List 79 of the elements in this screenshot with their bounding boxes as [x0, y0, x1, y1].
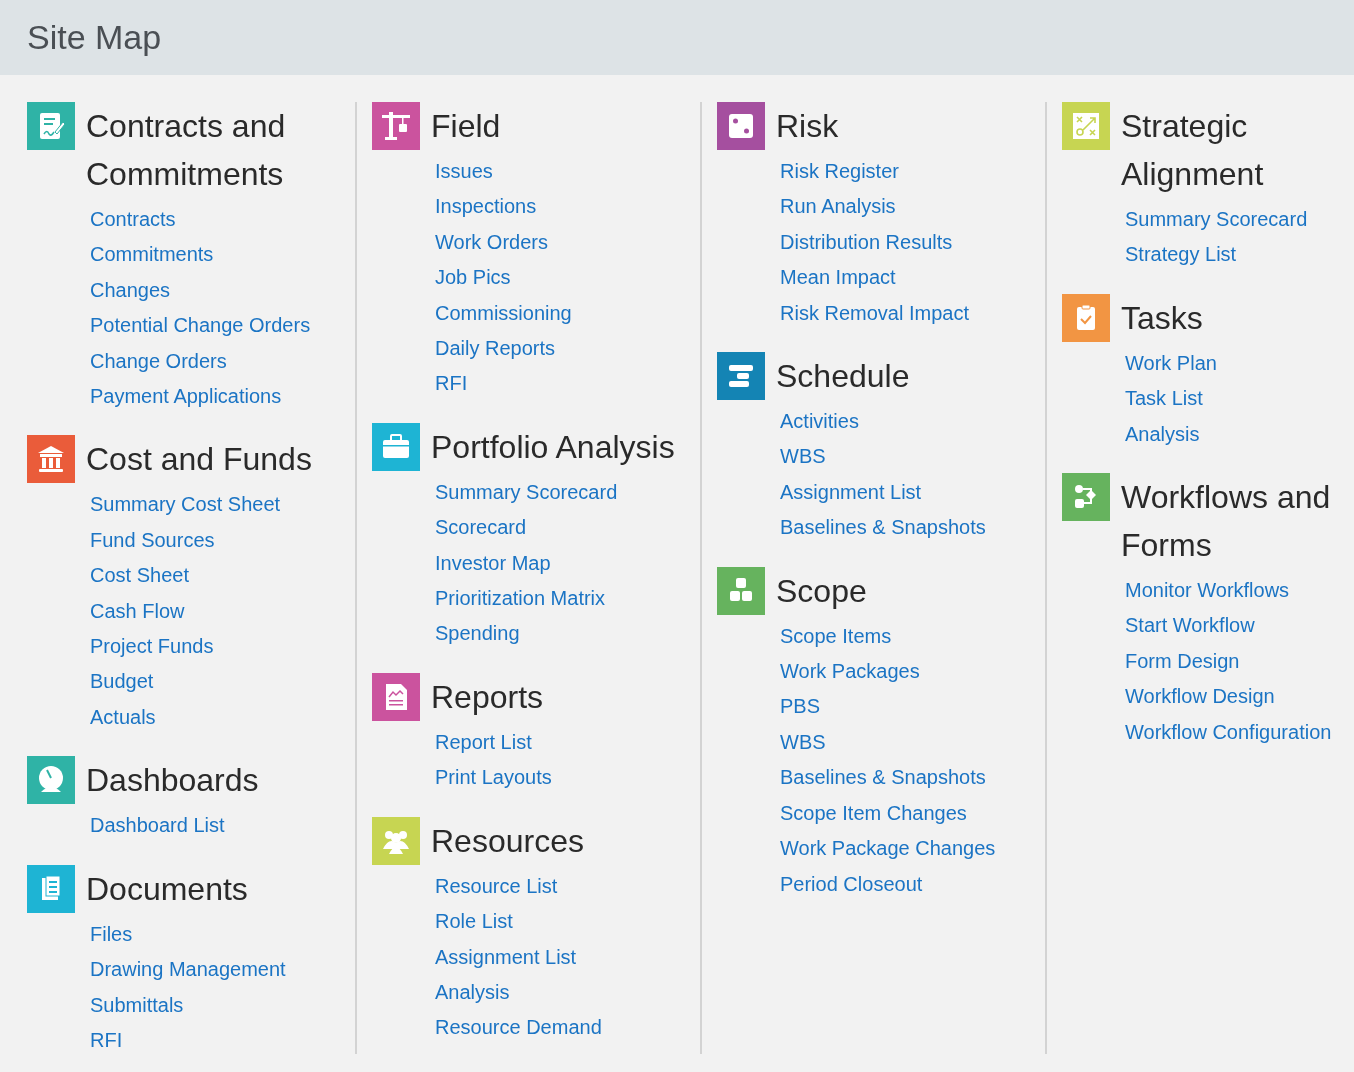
nav-link[interactable]: Task List: [1125, 387, 1203, 410]
nav-link[interactable]: Daily Reports: [435, 337, 556, 360]
nav-link[interactable]: Report List: [435, 730, 532, 753]
nav-link[interactable]: Investor Map: [435, 551, 551, 574]
page-title: Site Map: [27, 17, 162, 58]
nav-link[interactable]: Changes: [90, 278, 171, 301]
nav-link[interactable]: Distribution Results: [780, 230, 953, 253]
nav-link[interactable]: Assignment List: [435, 945, 577, 968]
nav-link[interactable]: Resource List: [435, 874, 558, 897]
section-heading: Scope: [776, 571, 867, 611]
nav-link[interactable]: Period Closeout: [780, 872, 923, 895]
nav-link[interactable]: Summary Scorecard: [1125, 208, 1308, 230]
nav-link[interactable]: Files: [90, 922, 133, 945]
nav-link[interactable]: Risk Register: [780, 160, 899, 182]
nav-link[interactable]: WBS: [780, 445, 826, 468]
section-heading: Cost and Funds: [86, 440, 312, 480]
section-heading: Workflows and Forms: [1121, 478, 1332, 566]
section-heading: Contracts and Commitments: [86, 107, 287, 194]
nav-link[interactable]: WBS: [780, 730, 826, 753]
nav-link[interactable]: Risk Removal Impact: [780, 301, 969, 324]
nav-link[interactable]: Strategy List: [1125, 243, 1237, 266]
section-heading: Strategic Alignment: [1121, 107, 1265, 194]
nav-link[interactable]: Scope Items: [780, 624, 892, 647]
nav-link[interactable]: Project Funds: [90, 635, 214, 658]
nav-link[interactable]: Work Packages: [780, 660, 920, 683]
section-heading: Dashboards: [86, 761, 259, 801]
nav-link[interactable]: Activities: [780, 410, 859, 433]
nav-link[interactable]: Submittals: [90, 993, 184, 1016]
nav-link[interactable]: Assignment List: [780, 480, 922, 503]
nav-link[interactable]: Work Package Changes: [780, 837, 996, 860]
section-heading: Schedule: [776, 357, 910, 397]
nav-link[interactable]: Spending: [435, 622, 520, 645]
nav-link[interactable]: Scorecard: [435, 516, 527, 539]
nav-link[interactable]: PBS: [780, 695, 821, 718]
nav-link[interactable]: Analysis: [1125, 422, 1200, 445]
nav-link[interactable]: Payment Applications: [90, 385, 282, 408]
nav-link[interactable]: Potential Change Orders: [90, 314, 311, 337]
section-heading: Portfolio Analysis: [431, 427, 675, 467]
nav-link[interactable]: Work Plan: [1125, 351, 1217, 374]
nav-link[interactable]: Issues: [435, 160, 493, 182]
section-heading: Reports: [431, 677, 544, 717]
nav-link[interactable]: Mean Impact: [780, 266, 896, 289]
nav-link[interactable]: Baselines & Snapshots: [780, 766, 986, 789]
nav-link[interactable]: Commissioning: [435, 301, 572, 324]
nav-link[interactable]: RFI: [90, 1028, 123, 1051]
nav-link[interactable]: Cash Flow: [90, 599, 185, 622]
section-heading: Field: [431, 107, 501, 146]
nav-link[interactable]: Start Workflow: [1125, 614, 1255, 637]
nav-link[interactable]: Prioritization Matrix: [435, 587, 606, 610]
section-heading: Resources: [431, 821, 584, 861]
nav-link[interactable]: Summary Scorecard: [435, 480, 618, 503]
nav-link[interactable]: Fund Sources: [90, 528, 215, 551]
nav-link[interactable]: Drawing Management: [90, 958, 286, 981]
nav-link[interactable]: Resource Demand: [435, 1016, 602, 1039]
nav-link[interactable]: Workflow Design: [1125, 685, 1275, 708]
nav-link[interactable]: Monitor Workflows: [1125, 579, 1290, 602]
nav-link[interactable]: Inspections: [435, 195, 537, 218]
nav-link[interactable]: Run Analysis: [780, 195, 896, 218]
nav-link[interactable]: Commitments: [90, 243, 214, 266]
nav-link[interactable]: Contracts: [90, 208, 176, 230]
section-heading: Risk: [776, 107, 839, 146]
nav-link[interactable]: Workflow Configuration: [1125, 720, 1332, 743]
nav-link[interactable]: RFI: [435, 372, 468, 395]
nav-link[interactable]: Actuals: [90, 705, 156, 728]
nav-link[interactable]: Print Layouts: [435, 766, 552, 789]
nav-link[interactable]: Role List: [435, 910, 513, 933]
nav-link[interactable]: Cost Sheet: [90, 564, 189, 587]
section-heading: Documents: [86, 869, 248, 909]
nav-link[interactable]: Analysis: [435, 980, 510, 1003]
nav-link[interactable]: Change Orders: [90, 349, 227, 372]
nav-link[interactable]: Form Design: [1125, 649, 1240, 672]
section-heading: Tasks: [1121, 298, 1203, 338]
nav-link[interactable]: Dashboard List: [90, 814, 225, 837]
nav-link[interactable]: Summary Cost Sheet: [90, 493, 281, 516]
nav-link[interactable]: Work Orders: [435, 230, 548, 253]
nav-link[interactable]: Budget: [90, 670, 154, 693]
nav-link[interactable]: Job Pics: [435, 266, 511, 289]
nav-link[interactable]: Baselines & Snapshots: [780, 516, 986, 539]
nav-link[interactable]: Scope Item Changes: [780, 801, 967, 824]
